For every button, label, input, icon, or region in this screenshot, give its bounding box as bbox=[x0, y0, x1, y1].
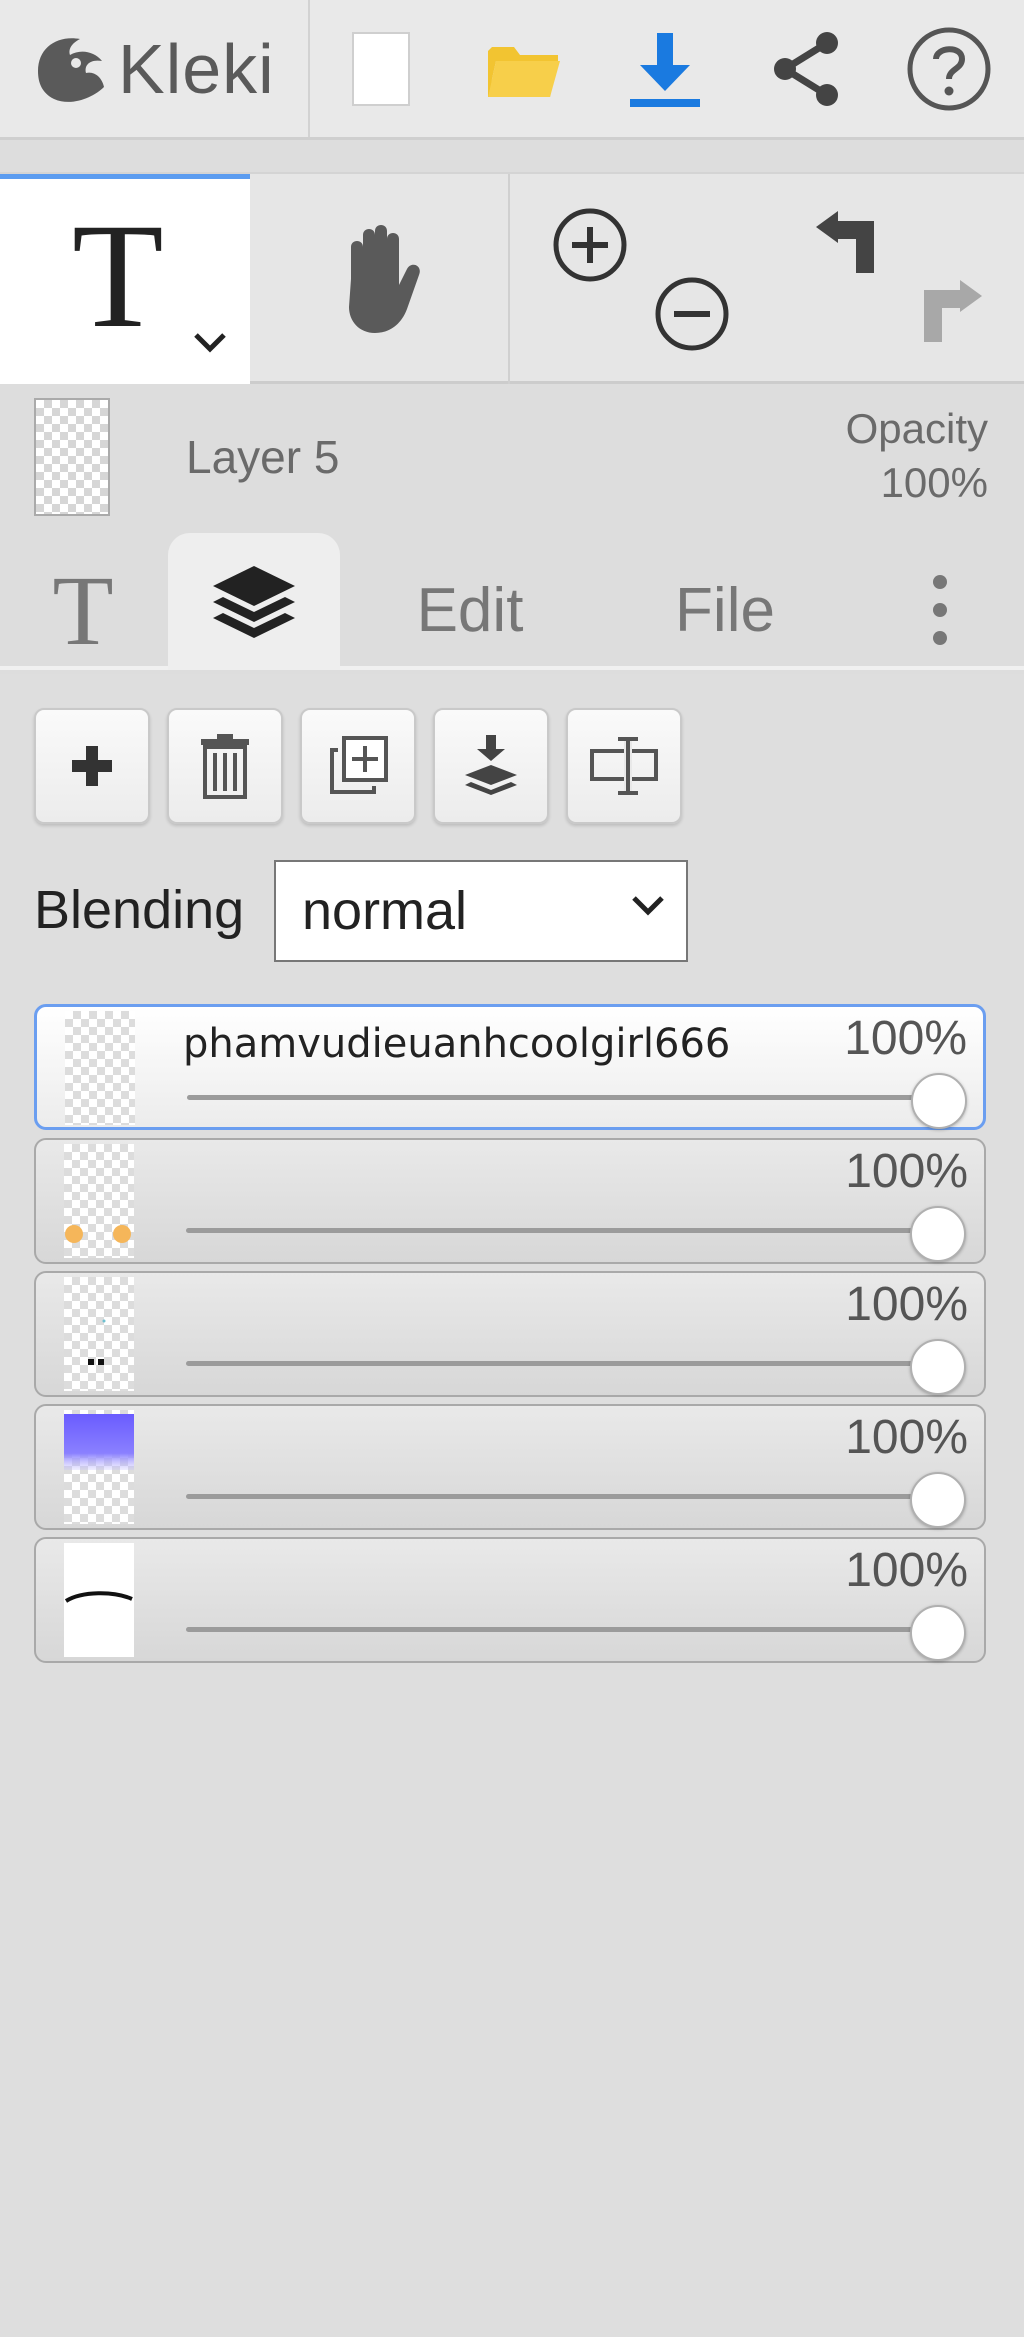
opacity-slider-knob[interactable] bbox=[910, 1472, 966, 1528]
tab-file[interactable]: File bbox=[640, 550, 810, 670]
layer-row-opacity: 100% bbox=[845, 1145, 968, 1198]
layer-row[interactable]: 100% bbox=[34, 1271, 986, 1397]
help-button[interactable] bbox=[878, 0, 1020, 137]
layer-row-name: phamvudieuanhcoolgirl666 bbox=[183, 1021, 731, 1067]
redo-icon[interactable] bbox=[910, 274, 990, 354]
rename-layer-button[interactable] bbox=[566, 708, 682, 824]
top-bar: Kleki bbox=[0, 0, 1024, 140]
blending-label: Blending bbox=[34, 880, 245, 940]
trash-icon bbox=[201, 734, 249, 799]
merge-down-icon bbox=[465, 735, 517, 795]
opacity-slider-track[interactable] bbox=[186, 1627, 956, 1632]
hand-tool-button[interactable] bbox=[250, 174, 510, 384]
layer-thumbnail-content bbox=[88, 1319, 106, 1365]
opacity-slider-knob[interactable] bbox=[910, 1605, 966, 1661]
text-tool-button[interactable]: T bbox=[0, 174, 250, 384]
text-tool-icon: T bbox=[72, 193, 164, 359]
layer-row[interactable]: 100% bbox=[34, 1404, 986, 1530]
blending-select[interactable]: normal bbox=[274, 860, 688, 962]
zoom-out-icon[interactable] bbox=[652, 274, 732, 354]
plus-icon bbox=[72, 746, 112, 786]
panel-tabs: T Edit File bbox=[0, 530, 1024, 670]
more-vertical-icon bbox=[933, 575, 947, 645]
layer-thumbnail bbox=[64, 1144, 134, 1258]
opacity-slider-track[interactable] bbox=[186, 1361, 956, 1366]
layer-row[interactable]: 100% bbox=[34, 1537, 986, 1663]
duplicate-icon bbox=[330, 736, 388, 794]
layer-row-opacity: 100% bbox=[845, 1278, 968, 1331]
chevron-down-icon[interactable] bbox=[190, 329, 230, 355]
undo-icon[interactable] bbox=[808, 205, 888, 285]
layer-row-opacity: 100% bbox=[845, 1544, 968, 1597]
opacity-slider-track[interactable] bbox=[187, 1095, 957, 1100]
layer-row[interactable]: phamvudieuanhcoolgirl666 100% bbox=[34, 1004, 986, 1130]
folder-icon bbox=[488, 46, 560, 97]
add-layer-button[interactable] bbox=[34, 708, 150, 824]
hand-icon bbox=[349, 225, 420, 333]
kleki-logo-icon bbox=[38, 37, 104, 102]
layers-icon bbox=[213, 565, 295, 638]
zoom-in-icon[interactable] bbox=[550, 205, 630, 285]
merge-down-button[interactable] bbox=[433, 708, 549, 824]
layer-row-opacity: 100% bbox=[844, 1012, 967, 1065]
layer-thumbnail bbox=[64, 1410, 134, 1524]
tab-layers[interactable] bbox=[168, 533, 340, 670]
tab-edit[interactable]: Edit bbox=[380, 550, 560, 670]
download-icon bbox=[630, 32, 700, 107]
app-name: Kleki bbox=[118, 29, 275, 108]
new-file-icon bbox=[352, 31, 410, 106]
share-button[interactable] bbox=[736, 0, 878, 137]
blending-value: normal bbox=[302, 881, 468, 941]
current-layer-opacity: Opacity 100% bbox=[788, 402, 988, 510]
share-icon bbox=[774, 31, 838, 106]
current-layer-preview[interactable] bbox=[34, 398, 110, 516]
opacity-slider-knob[interactable] bbox=[911, 1073, 967, 1129]
layers-panel: Blending normal phamvudieuanhcoolgirl666… bbox=[0, 674, 1024, 2337]
layer-row-opacity: 100% bbox=[845, 1411, 968, 1464]
app-logo[interactable]: Kleki bbox=[0, 0, 310, 137]
new-image-button[interactable] bbox=[310, 0, 452, 137]
opacity-slider-knob[interactable] bbox=[910, 1339, 966, 1395]
help-icon bbox=[907, 27, 991, 110]
opacity-slider-track[interactable] bbox=[186, 1494, 956, 1499]
layer-thumbnail bbox=[65, 1011, 135, 1125]
layer-thumbnail bbox=[64, 1277, 134, 1391]
layer-thumbnail-content bbox=[64, 1591, 133, 1603]
chevron-down-icon bbox=[632, 896, 664, 916]
delete-layer-button[interactable] bbox=[167, 708, 283, 824]
tab-tool-settings[interactable]: T bbox=[0, 550, 166, 670]
layer-thumbnail-content bbox=[65, 1225, 131, 1243]
opacity-slider-track[interactable] bbox=[186, 1228, 956, 1233]
download-button[interactable] bbox=[594, 0, 736, 137]
opacity-label: Opacity bbox=[845, 405, 988, 452]
tab-more[interactable] bbox=[900, 550, 980, 670]
layer-thumbnail-content bbox=[64, 1414, 134, 1470]
text-tab-icon: T bbox=[52, 554, 114, 666]
layer-row[interactable]: 100% bbox=[34, 1138, 986, 1264]
open-file-button[interactable] bbox=[452, 0, 594, 137]
rename-icon bbox=[590, 737, 658, 795]
opacity-slider-knob[interactable] bbox=[910, 1206, 966, 1262]
current-layer-name: Layer 5 bbox=[186, 431, 340, 483]
opacity-value: 100% bbox=[880, 459, 988, 506]
layer-thumbnail bbox=[64, 1543, 134, 1657]
duplicate-layer-button[interactable] bbox=[300, 708, 416, 824]
